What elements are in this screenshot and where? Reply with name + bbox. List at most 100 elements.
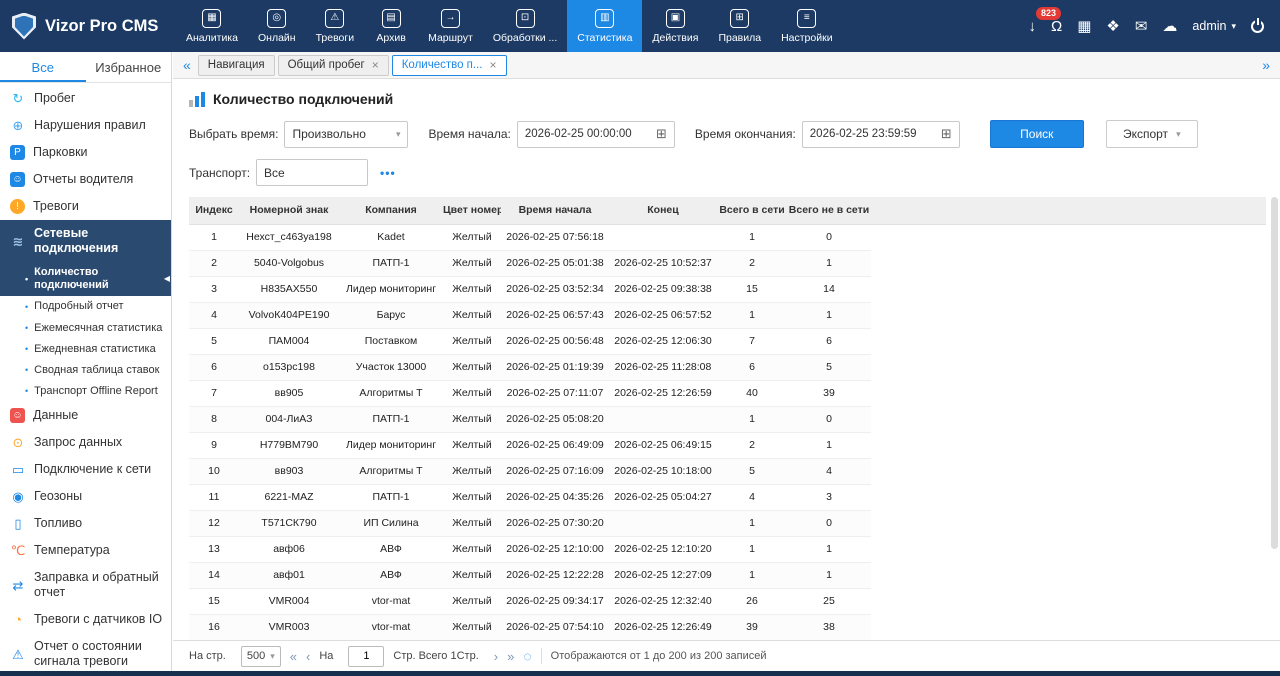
sidebar-item-data[interactable]: ☺Данные [0,402,171,429]
table-row[interactable]: 116221-MAZПАТП-1Желтый2026-02-25 04:35:2… [189,484,1266,510]
start-time-input[interactable]: 2026-02-25 00:00:00 ⊞ [517,121,675,148]
sidebar-tab-favorites[interactable]: Избранное [86,52,172,82]
cell: 004-ЛиАЗ [239,406,339,432]
nav-item-archive[interactable]: ▤Архив [364,0,418,52]
sidebar-item-alarms[interactable]: !Тревоги [0,193,171,220]
nav-item-rules[interactable]: ⊞Правила [708,0,771,52]
sidebar-item-network-connections[interactable]: ≋Сетевые подключения [0,220,171,262]
nav-item-statistics[interactable]: ▥Статистика [567,0,642,52]
nav-item-label: Обработки ... [493,32,557,44]
alarm-bell-icon[interactable]: Ω823 [1051,19,1062,34]
last-page-button[interactable]: » [507,649,514,664]
sidebar-item-alarm-status-report[interactable]: ⚠Отчет о состоянии сигнала тревоги [0,633,171,671]
calendar-icon[interactable]: ⊞ [941,126,952,142]
sidebar-item-data-request[interactable]: ⊙Запрос данных [0,429,171,456]
cell: vtor-mat [339,614,443,640]
nav-item-online[interactable]: ◎Онлайн [248,0,306,52]
sidebar-item-refuel-return[interactable]: ⇄Заправка и обратный отчет [0,564,171,606]
table-row[interactable]: 25040-VolgobusПАТП-1Желтый2026-02-25 05:… [189,250,1266,276]
tabs-scroll-left-icon[interactable]: « [179,57,195,73]
data-request-icon: ⊙ [10,436,26,449]
per-page-select[interactable]: 500 ▾ [241,646,281,667]
cell: 2026-02-25 06:49:09 [501,432,609,458]
nav-item-actions[interactable]: ▣Действия [642,0,708,52]
table-row[interactable]: 16VMR003vtor-matЖелтый2026-02-25 07:54:1… [189,614,1266,640]
cell: Желтый [443,406,501,432]
table-row[interactable]: 10вв903Алгоритмы ТЖелтый2026-02-25 07:16… [189,458,1266,484]
table-row[interactable]: 14авф01АВФЖелтый2026-02-25 12:22:282026-… [189,562,1266,588]
tabs-scroll-right-icon[interactable]: » [1258,57,1274,73]
nav-item-processing[interactable]: ⊡Обработки ... [483,0,567,52]
sidebar-item-fuel[interactable]: ▯Топливо [0,510,171,537]
sidebar-item-rates-summary[interactable]: •Сводная таблица ставок◀ [0,360,171,381]
calendar-icon[interactable]: ⊞ [656,126,667,142]
table-row[interactable]: 15VMR004vtor-matЖелтый2026-02-25 09:34:1… [189,588,1266,614]
active-marker-icon: ◀ [164,274,170,284]
download-icon[interactable]: ↓ [1028,19,1036,34]
nav-item-alarms[interactable]: ⚠Тревоги [306,0,365,52]
nav-item-settings[interactable]: ≡Настройки [771,0,843,52]
sidebar-item-parking[interactable]: PПарковки [0,139,171,166]
search-button[interactable]: Поиск [990,120,1084,148]
prev-page-button[interactable]: ‹ [306,649,310,664]
cell: Алгоритмы Т [339,458,443,484]
table-row[interactable]: 9Н779ВМ790Лидер мониторингЖелтый2026-02-… [189,432,1266,458]
next-page-button[interactable]: › [494,649,498,664]
table-row[interactable]: 1Нехст_с463уа198KadetЖелтый2026-02-25 07… [189,224,1266,250]
table-row[interactable]: 4VolvoК404РЕ190БарусЖелтый2026-02-25 06:… [189,302,1266,328]
end-time-input[interactable]: 2026-02-25 23:59:59 ⊞ [802,121,960,148]
nav-item-route[interactable]: →Маршрут [418,0,483,52]
transport-input[interactable] [256,159,368,186]
goto-page-input[interactable] [348,646,384,667]
sidebar-item-driver-reports[interactable]: ☺Отчеты водителя [0,166,171,193]
nav-item-analytics[interactable]: ▦Аналитика [176,0,248,52]
mail-icon[interactable]: ✉ [1135,19,1148,34]
tab-1[interactable]: Навигация [198,55,275,76]
close-icon[interactable]: × [490,58,497,72]
sidebar-item-network-connect[interactable]: ▭Подключение к сети [0,456,171,483]
table-row[interactable]: 7вв905Алгоритмы ТЖелтый2026-02-25 07:11:… [189,380,1266,406]
table-row[interactable]: 12Т571СК790ИП СилинаЖелтый2026-02-25 07:… [189,510,1266,536]
more-options-button[interactable]: ••• [380,166,396,180]
cell-filler [871,536,1266,562]
table-row[interactable]: 6о153рс198Участок 13000Желтый2026-02-25 … [189,354,1266,380]
apps-grid-icon[interactable]: ▦ [1077,19,1091,34]
first-page-button[interactable]: « [290,649,297,664]
route-icon: → [441,9,460,28]
power-icon[interactable] [1251,20,1264,33]
close-icon[interactable]: × [372,58,379,72]
sidebar-item-daily-stats[interactable]: •Ежедневная статистика◀ [0,339,171,360]
table-row[interactable]: 5ПАМ004ПоставкомЖелтый2026-02-25 00:56:4… [189,328,1266,354]
sidebar-item-offline-report[interactable]: •Транспорт Offline Report◀ [0,381,171,402]
tab-3[interactable]: Количество п...× [392,55,507,76]
table-row[interactable]: 13авф06АВФЖелтый2026-02-25 12:10:002026-… [189,536,1266,562]
time-range-select[interactable]: Произвольно ▾ [284,121,408,148]
export-button[interactable]: Экспорт ▾ [1106,120,1198,148]
cell: ПАТП-1 [339,406,443,432]
analytics-icon: ▦ [202,9,221,28]
refresh-spinner-icon[interactable]: ◌ [523,648,531,664]
cell: Лидер мониторинг [339,276,443,302]
table-row[interactable]: 3Н835АХ550Лидер мониторингЖелтый2026-02-… [189,276,1266,302]
gift-icon[interactable]: ❖ [1106,19,1119,34]
sidebar-item-connection-count[interactable]: •Количество подключений◀ [0,262,171,296]
sidebar-item-violations[interactable]: ⊕Нарушения правил [0,112,171,139]
tab-2[interactable]: Общий пробег× [278,55,389,76]
sidebar-item-temperature[interactable]: ℃Температура [0,537,171,564]
sidebar-item-monthly-stats[interactable]: •Ежемесячная статистика◀ [0,318,171,339]
scrollbar-thumb[interactable] [1271,197,1278,549]
cell-filler [871,562,1266,588]
time-select-label: Выбрать время: [189,127,278,141]
sidebar-item-mileage[interactable]: ↻Пробег [0,85,171,112]
table-row[interactable]: 8004-ЛиАЗПАТП-1Желтый2026-02-25 05:08:20… [189,406,1266,432]
sidebar-tab-all[interactable]: Все [0,52,86,82]
start-time-label: Время начала: [428,127,510,141]
sidebar-item-detailed-report[interactable]: •Подробный отчет◀ [0,296,171,317]
cell: 2026-02-25 05:08:20 [501,406,609,432]
sidebar-item-geofences[interactable]: ◉Геозоны [0,483,171,510]
sidebar-item-io-alarms[interactable]: ◔Тревоги с датчиков IO [0,606,171,633]
admin-menu[interactable]: admin ▾ [1192,19,1236,33]
cell: 4 [787,458,871,484]
vertical-scrollbar[interactable] [1271,197,1278,626]
cloud-icon[interactable]: ☁ [1162,19,1177,34]
